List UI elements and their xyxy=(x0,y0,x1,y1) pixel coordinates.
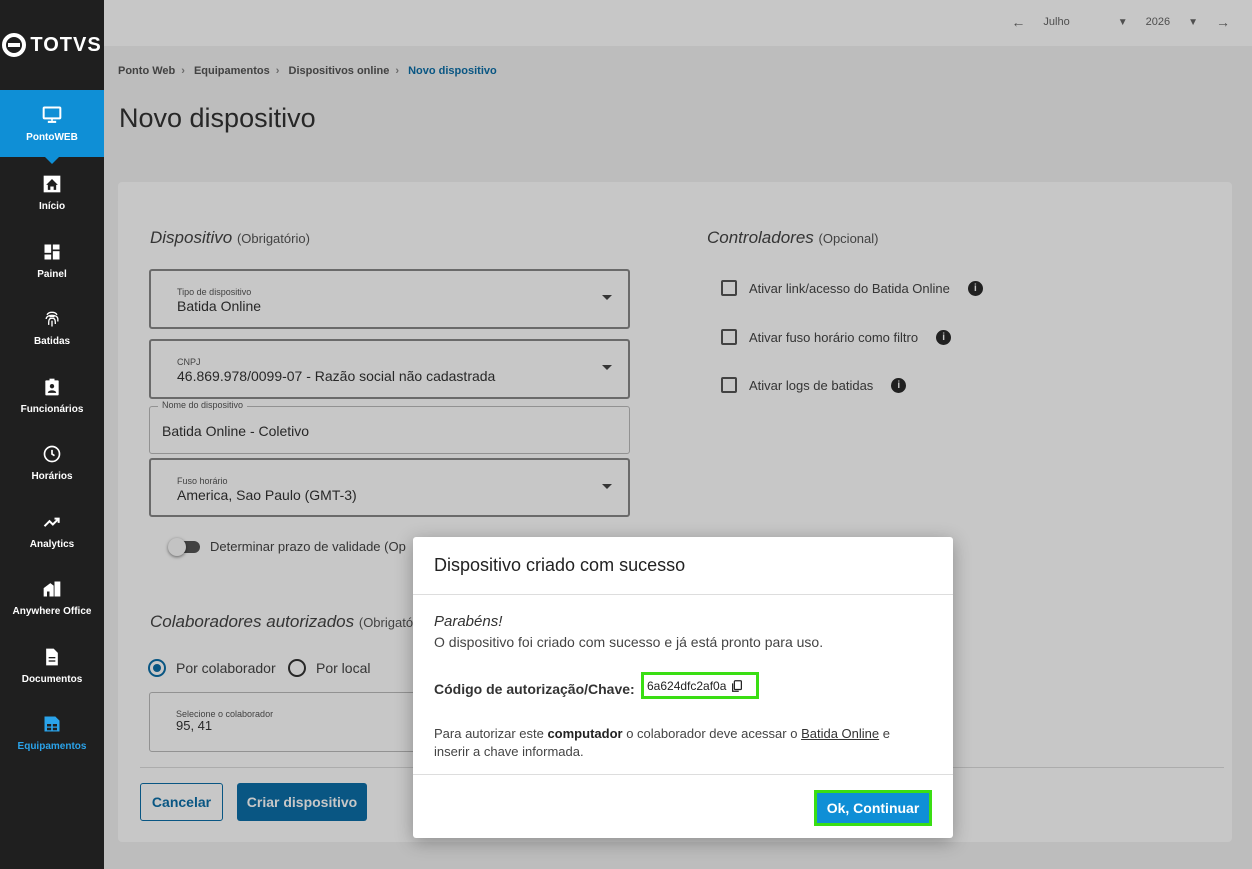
code-label: Código de autorização/Chave: xyxy=(434,681,635,697)
sidebar-item-inicio[interactable]: Início xyxy=(0,159,104,227)
sidebar-item-funcionarios[interactable]: Funcionários xyxy=(0,362,104,430)
sidebar-item-label: Documentos xyxy=(21,673,83,685)
sidebar-item-label: Batidas xyxy=(33,336,71,348)
sidebar-item-label: Analytics xyxy=(29,538,75,550)
sidebar-item-batidas[interactable]: Batidas xyxy=(0,294,104,362)
dialog-body: Parabéns! O dispositivo foi criado com s… xyxy=(413,595,953,775)
totvs-logo-icon xyxy=(2,33,27,57)
building-icon xyxy=(41,578,63,600)
sidebar-item-label: Painel xyxy=(37,268,67,280)
logo-text: TOTVS xyxy=(30,33,102,56)
congrats-text: Parabéns! xyxy=(434,613,503,630)
success-message: O dispositivo foi criado com sucesso e j… xyxy=(434,634,824,650)
sidebar-item-analytics[interactable]: Analytics xyxy=(0,497,104,565)
sidebar-item-pontoweb[interactable]: PontoWEB xyxy=(0,90,104,164)
home-icon xyxy=(41,173,63,195)
sidebar-item-horarios[interactable]: Horários xyxy=(0,429,104,497)
sidebar-item-documentos[interactable]: Documentos xyxy=(0,632,104,700)
sidebar-item-label: PontoWEB xyxy=(26,132,78,143)
sidebar-item-label: Equipamentos xyxy=(17,741,87,753)
sidebar-item-label: Funcionários xyxy=(20,403,84,415)
trending-icon xyxy=(41,511,63,533)
dashboard-icon xyxy=(41,241,63,263)
batida-online-link[interactable]: Batida Online xyxy=(801,726,879,741)
clock-icon xyxy=(41,443,63,465)
dialog-title: Dispositivo criado com sucesso xyxy=(413,537,953,595)
devices-icon xyxy=(41,713,63,735)
document-icon xyxy=(41,646,63,668)
instruction-note: Para autorizar este computador o colabor… xyxy=(434,725,924,761)
authorization-code[interactable]: 6a624dfc2af0a xyxy=(641,672,759,699)
note-bold: computador xyxy=(547,726,623,741)
sidebar-item-label: Anywhere Office xyxy=(12,606,92,618)
fingerprint-icon xyxy=(41,308,63,330)
sidebar-item-label: Início xyxy=(38,201,66,213)
totvs-logo[interactable]: TOTVS xyxy=(0,0,104,90)
sidebar-item-equipamentos[interactable]: Equipamentos xyxy=(0,699,104,767)
note-text: o colaborador deve acessar o xyxy=(622,726,802,741)
ok-continue-button[interactable]: Ok, Continuar xyxy=(814,790,932,826)
sidebar-item-anywhere-office[interactable]: Anywhere Office xyxy=(0,564,104,632)
sidebar-item-label: Horários xyxy=(31,471,73,483)
note-text: Para autorizar este xyxy=(434,726,548,741)
copy-icon[interactable] xyxy=(730,679,744,693)
badge-icon xyxy=(41,376,63,398)
sidebar-item-painel[interactable]: Painel xyxy=(0,227,104,295)
code-value: 6a624dfc2af0a xyxy=(647,678,727,693)
monitor-icon xyxy=(41,104,63,126)
success-dialog: Dispositivo criado com sucesso Parabéns!… xyxy=(413,537,953,838)
sidebar: TOTVS PontoWEB Início Painel Batidas Fun… xyxy=(0,0,104,869)
